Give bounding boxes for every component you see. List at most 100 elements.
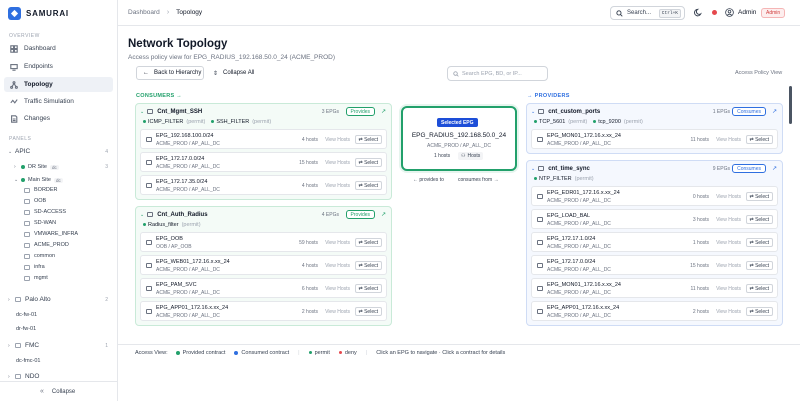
tenant-item[interactable]: common: [24, 253, 55, 259]
select-epg-button[interactable]: ⇄ Select: [745, 261, 773, 270]
collapse-sidebar-button[interactable]: « Collapse: [0, 381, 118, 401]
view-hosts-link[interactable]: View Hosts: [325, 309, 350, 315]
select-epg-button[interactable]: ⇄ Select: [354, 135, 382, 144]
view-hosts-link[interactable]: View Hosts: [716, 217, 741, 223]
tenant-item[interactable]: SD-ACCESS: [24, 209, 66, 215]
contract-header[interactable]: ⌄ cnt_custom_ports 1 EPGs Consumes ↗: [531, 104, 778, 119]
epg-row[interactable]: EPG_PAM_SVC ACME_PROD / AP_ALL_DC 6 hosts V…: [140, 278, 387, 298]
epg-row[interactable]: EPG_APP01_172.16.x.xx_24 ACME_PROD / AP_A…: [531, 301, 778, 321]
select-epg-button[interactable]: ⇄ Select: [745, 215, 773, 224]
select-epg-button[interactable]: ⇄ Select: [354, 284, 382, 293]
chevron-down-icon[interactable]: ⌄: [531, 166, 535, 172]
epg-row[interactable]: EPG_MON01_172.16.x.xx_24 ACME_PROD / AP_A…: [531, 129, 778, 149]
epg-row[interactable]: EPG_172.17.0.0/24 ACME_PROD / AP_ALL_DC 15…: [531, 255, 778, 275]
tree-main-site[interactable]: ⌄ Main Site dc: [14, 177, 108, 183]
nav-topology[interactable]: Topology: [4, 77, 113, 92]
tree-apic[interactable]: ⌄ APIC 4: [8, 148, 108, 155]
contract-name[interactable]: cnt_custom_ports: [548, 109, 600, 115]
tenant-item[interactable]: VMWARE_INFRA: [24, 231, 78, 237]
tree-item[interactable]: dc-fmc-01: [16, 358, 40, 364]
contract-header[interactable]: ⌄ cnt_time_sync 9 EPGs Consumes ↗: [531, 161, 778, 176]
select-epg-button[interactable]: ⇄ Select: [354, 307, 382, 316]
contract-name[interactable]: Cnt_Mgmt_SSH: [157, 109, 202, 115]
external-link-icon[interactable]: ↗: [772, 108, 777, 115]
tenant-item[interactable]: BORDER: [24, 187, 58, 193]
contract-name[interactable]: Cnt_Auth_Radius: [157, 212, 207, 218]
collapse-all-button[interactable]: ⇕ Collapse All: [213, 66, 254, 80]
select-epg-button[interactable]: ⇄ Select: [745, 307, 773, 316]
tree-item[interactable]: dc-fw-01: [16, 312, 37, 318]
user-name[interactable]: Admin: [738, 9, 756, 16]
filter-name[interactable]: SSH_FILTER: [216, 119, 249, 125]
nav-traffic-simulation[interactable]: Traffic Simulation: [4, 94, 113, 109]
tree-dr-site[interactable]: › DR Site dc 3: [14, 164, 108, 170]
view-hosts-link[interactable]: View Hosts: [716, 137, 741, 143]
filter-name[interactable]: TCP_5601: [539, 119, 565, 125]
tenant-item[interactable]: OOB: [24, 198, 46, 204]
nav-changes[interactable]: Changes: [4, 111, 113, 126]
select-epg-button[interactable]: ⇄ Select: [745, 238, 773, 247]
select-epg-button[interactable]: ⇄ Select: [354, 158, 382, 167]
epg-row[interactable]: EPG_MON01_172.16.x.xx_24 ACME_PROD / AP_A…: [531, 278, 778, 298]
epg-row[interactable]: EPG_EDR01_172.16.x.xx_24 ACME_PROD / AP_A…: [531, 186, 778, 206]
filter-name[interactable]: ICMP_FILTER: [148, 119, 183, 125]
logo[interactable]: SAMURAI: [8, 7, 69, 20]
contract-header[interactable]: ⌄ Cnt_Mgmt_SSH 3 EPGs Provides ↗: [140, 104, 387, 119]
view-hosts-link[interactable]: View Hosts: [325, 240, 350, 246]
epg-row[interactable]: EPG_172.17.0.0/24 ACME_PROD / AP_ALL_DC 15…: [140, 152, 387, 172]
tree-ndo[interactable]: › NDO: [8, 373, 108, 380]
epg-row[interactable]: EPG_WEB01_172.16.x.xx_24 ACME_PROD / AP_A…: [140, 255, 387, 275]
filter-name[interactable]: NTP_FILTER: [539, 176, 572, 182]
breadcrumb-dashboard[interactable]: Dashboard: [128, 9, 160, 16]
select-epg-button[interactable]: ⇄ Select: [745, 135, 773, 144]
chevron-down-icon[interactable]: ⌄: [140, 109, 144, 115]
selected-epg-card[interactable]: Selected EPG EPG_RADIUS_192.168.50.0_24 …: [401, 106, 517, 171]
tree-fmc[interactable]: › FMC 1: [8, 342, 108, 349]
epg-row[interactable]: EPG_172.17.35.0/24 ACME_PROD / AP_ALL_DC 4…: [140, 175, 387, 195]
view-hosts-link[interactable]: View Hosts: [716, 194, 741, 200]
view-hosts-link[interactable]: View Hosts: [325, 160, 350, 166]
view-hosts-link[interactable]: View Hosts: [716, 240, 741, 246]
view-hosts-link[interactable]: View Hosts: [325, 286, 350, 292]
filter-name[interactable]: tcp_9200: [598, 119, 621, 125]
epg-row[interactable]: EPG_APP01_172.16.x.xx_24 ACME_PROD / AP_A…: [140, 301, 387, 321]
chevron-down-icon[interactable]: ⌄: [531, 109, 535, 115]
select-epg-button[interactable]: ⇄ Select: [354, 238, 382, 247]
view-hosts-link[interactable]: View Hosts: [325, 137, 350, 143]
external-link-icon[interactable]: ↗: [381, 108, 386, 115]
epg-row[interactable]: EPG_172.17.1.0/24 ACME_PROD / AP_ALL_DC 1 …: [531, 232, 778, 252]
tenant-item[interactable]: ACME_PROD: [24, 242, 69, 248]
scrollbar[interactable]: [789, 86, 792, 124]
filter-name[interactable]: Radius_filter: [148, 222, 179, 228]
epg-search-input[interactable]: Search EPG, BD, or IP...: [447, 66, 548, 81]
tree-item[interactable]: dr-fw-01: [16, 326, 36, 332]
tenant-item[interactable]: mgmt: [24, 275, 48, 281]
epg-row[interactable]: EPG_OOB OOB / AP_OOB 59 hosts View Hosts ⇄ S…: [140, 232, 387, 252]
select-epg-button[interactable]: ⇄ Select: [354, 181, 382, 190]
external-link-icon[interactable]: ↗: [381, 211, 386, 218]
tenant-item[interactable]: SD-WAN: [24, 220, 56, 226]
select-epg-button[interactable]: ⇄ Select: [354, 261, 382, 270]
view-hosts-link[interactable]: View Hosts: [716, 309, 741, 315]
view-hosts-link[interactable]: View Hosts: [325, 183, 350, 189]
tenant-item[interactable]: infra: [24, 264, 45, 270]
epg-row[interactable]: EPG_LOAD_BAL ACME_PROD / AP_ALL_DC 3 hosts…: [531, 209, 778, 229]
user-icon[interactable]: [725, 8, 734, 17]
selected-epg-hosts-button[interactable]: ⚇ Hosts: [458, 152, 484, 160]
contract-name[interactable]: cnt_time_sync: [548, 166, 590, 172]
tree-palo-alto[interactable]: › Palo Alto 2: [8, 296, 108, 303]
select-epg-button[interactable]: ⇄ Select: [745, 284, 773, 293]
nav-dashboard[interactable]: Dashboard: [4, 41, 113, 56]
epg-row[interactable]: EPG_192.168.100.0/24 ACME_PROD / AP_ALL_D…: [140, 129, 387, 149]
view-hosts-link[interactable]: View Hosts: [325, 263, 350, 269]
external-link-icon[interactable]: ↗: [772, 165, 777, 172]
back-to-hierarchy-button[interactable]: ← Back to Hierarchy: [136, 66, 204, 80]
select-epg-button[interactable]: ⇄ Select: [745, 192, 773, 201]
chevron-down-icon[interactable]: ⌄: [140, 212, 144, 218]
view-hosts-link[interactable]: View Hosts: [716, 263, 741, 269]
view-hosts-link[interactable]: View Hosts: [716, 286, 741, 292]
theme-toggle-moon-icon[interactable]: [694, 8, 703, 17]
contract-header[interactable]: ⌄ Cnt_Auth_Radius 4 EPGs Provides ↗: [140, 207, 387, 222]
nav-endpoints[interactable]: Endpoints: [4, 59, 113, 74]
global-search-button[interactable]: Search... Ctrl+K: [610, 6, 685, 20]
